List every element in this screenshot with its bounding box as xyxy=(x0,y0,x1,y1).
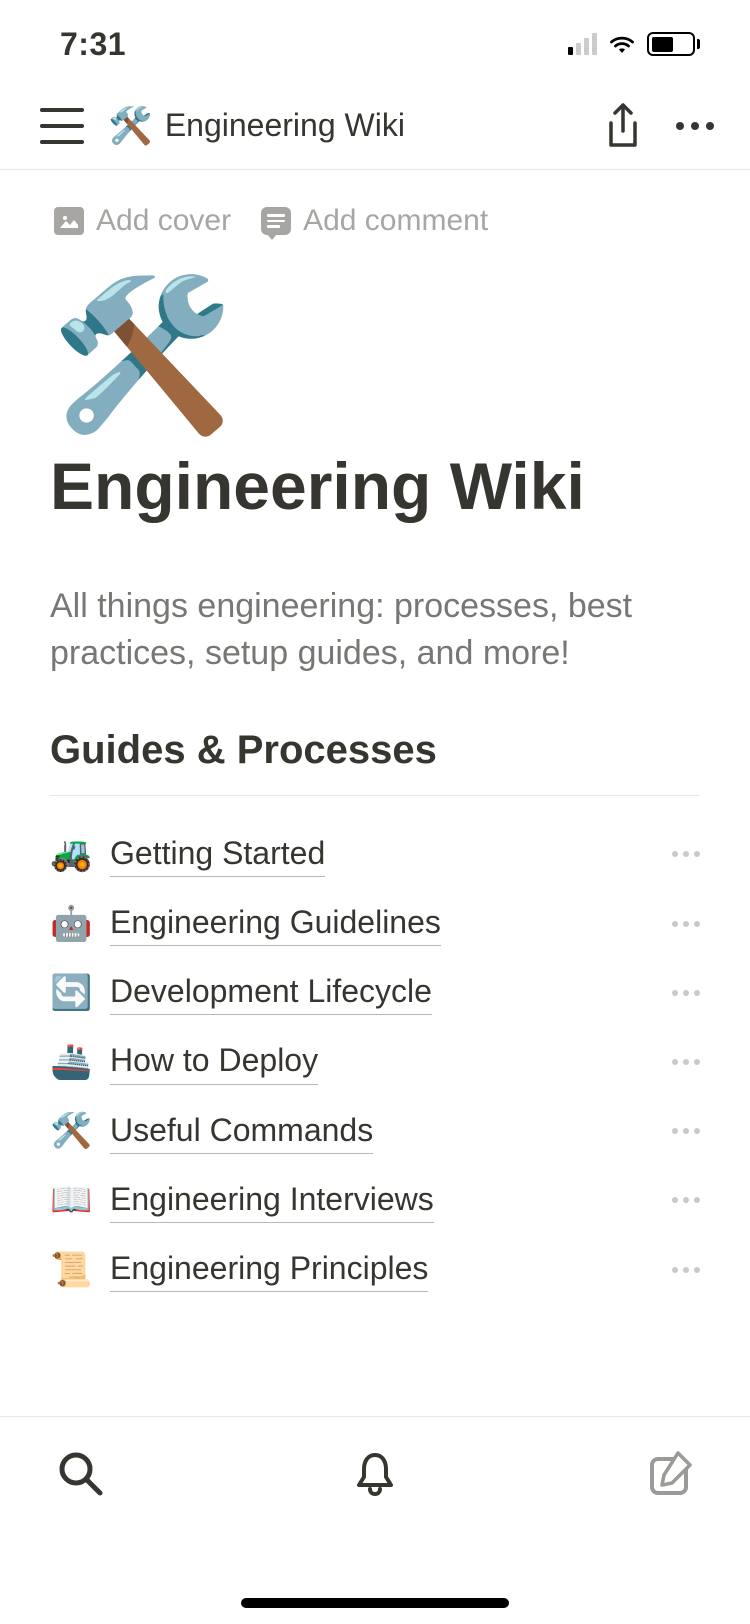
breadcrumb[interactable]: 🛠️ Engineering Wiki xyxy=(108,107,580,144)
add-cover-label: Add cover xyxy=(96,204,231,238)
wifi-icon xyxy=(607,33,637,55)
open-book-icon: 📖 xyxy=(50,1180,90,1220)
bottom-bar xyxy=(0,1416,750,1624)
breadcrumb-page-icon: 🛠️ xyxy=(108,108,153,144)
tools-icon: 🛠️ xyxy=(50,1111,90,1151)
section-heading[interactable]: Guides & Processes xyxy=(50,728,700,773)
item-more-button[interactable] xyxy=(672,851,700,857)
item-more-button[interactable] xyxy=(672,1128,700,1134)
cellular-signal-icon xyxy=(568,33,597,55)
compose-button[interactable] xyxy=(646,1449,694,1497)
list-item-label: Development Lifecycle xyxy=(110,970,432,1015)
list-item[interactable]: 🛠️ Useful Commands xyxy=(50,1097,700,1166)
status-time: 7:31 xyxy=(60,26,126,63)
page-content: Add cover Add comment 🛠️ Engineering Wik… xyxy=(0,170,750,1324)
list-item-label: Engineering Guidelines xyxy=(110,901,441,946)
list-item-label: Getting Started xyxy=(110,832,325,877)
arrows-cycle-icon: 🔄 xyxy=(50,973,90,1013)
ship-icon: 🚢 xyxy=(50,1042,90,1082)
image-icon xyxy=(54,207,84,235)
home-indicator[interactable] xyxy=(241,1598,509,1608)
robot-icon: 🤖 xyxy=(50,904,90,944)
status-indicators xyxy=(568,32,700,56)
item-more-button[interactable] xyxy=(672,921,700,927)
list-item-label: Useful Commands xyxy=(110,1109,373,1154)
scroll-icon: 📜 xyxy=(50,1250,90,1290)
breadcrumb-title: Engineering Wiki xyxy=(165,107,405,144)
more-button[interactable] xyxy=(676,122,714,130)
menu-button[interactable] xyxy=(40,108,84,144)
list-item[interactable]: 📖 Engineering Interviews xyxy=(50,1166,700,1235)
page-icon[interactable]: 🛠️ xyxy=(50,282,700,430)
page-action-row: Add cover Add comment xyxy=(50,200,700,282)
list-item[interactable]: 🚢 How to Deploy xyxy=(50,1027,700,1096)
top-nav: 🛠️ Engineering Wiki xyxy=(0,88,750,170)
page-title[interactable]: Engineering Wiki xyxy=(50,450,700,523)
list-item-label: Engineering Principles xyxy=(110,1247,428,1292)
search-button[interactable] xyxy=(56,1449,104,1497)
comment-icon xyxy=(261,207,291,235)
item-more-button[interactable] xyxy=(672,1197,700,1203)
add-cover-button[interactable]: Add cover xyxy=(54,204,231,238)
item-more-button[interactable] xyxy=(672,990,700,996)
notifications-button[interactable] xyxy=(351,1449,399,1497)
list-item-label: How to Deploy xyxy=(110,1039,318,1084)
battery-icon xyxy=(647,32,700,56)
page-list: 🚜 Getting Started 🤖 Engineering Guidelin… xyxy=(50,820,700,1304)
add-comment-label: Add comment xyxy=(303,204,488,238)
tractor-icon: 🚜 xyxy=(50,834,90,874)
item-more-button[interactable] xyxy=(672,1059,700,1065)
list-item[interactable]: 📜 Engineering Principles xyxy=(50,1235,700,1304)
list-item[interactable]: 🤖 Engineering Guidelines xyxy=(50,889,700,958)
nav-actions xyxy=(604,103,714,149)
status-bar: 7:31 xyxy=(0,0,750,88)
list-item-label: Engineering Interviews xyxy=(110,1178,434,1223)
add-comment-button[interactable]: Add comment xyxy=(261,204,488,238)
divider xyxy=(50,795,700,796)
item-more-button[interactable] xyxy=(672,1267,700,1273)
share-button[interactable] xyxy=(604,103,642,149)
list-item[interactable]: 🔄 Development Lifecycle xyxy=(50,958,700,1027)
list-item[interactable]: 🚜 Getting Started xyxy=(50,820,700,889)
page-description[interactable]: All things engineering: processes, best … xyxy=(50,583,700,678)
